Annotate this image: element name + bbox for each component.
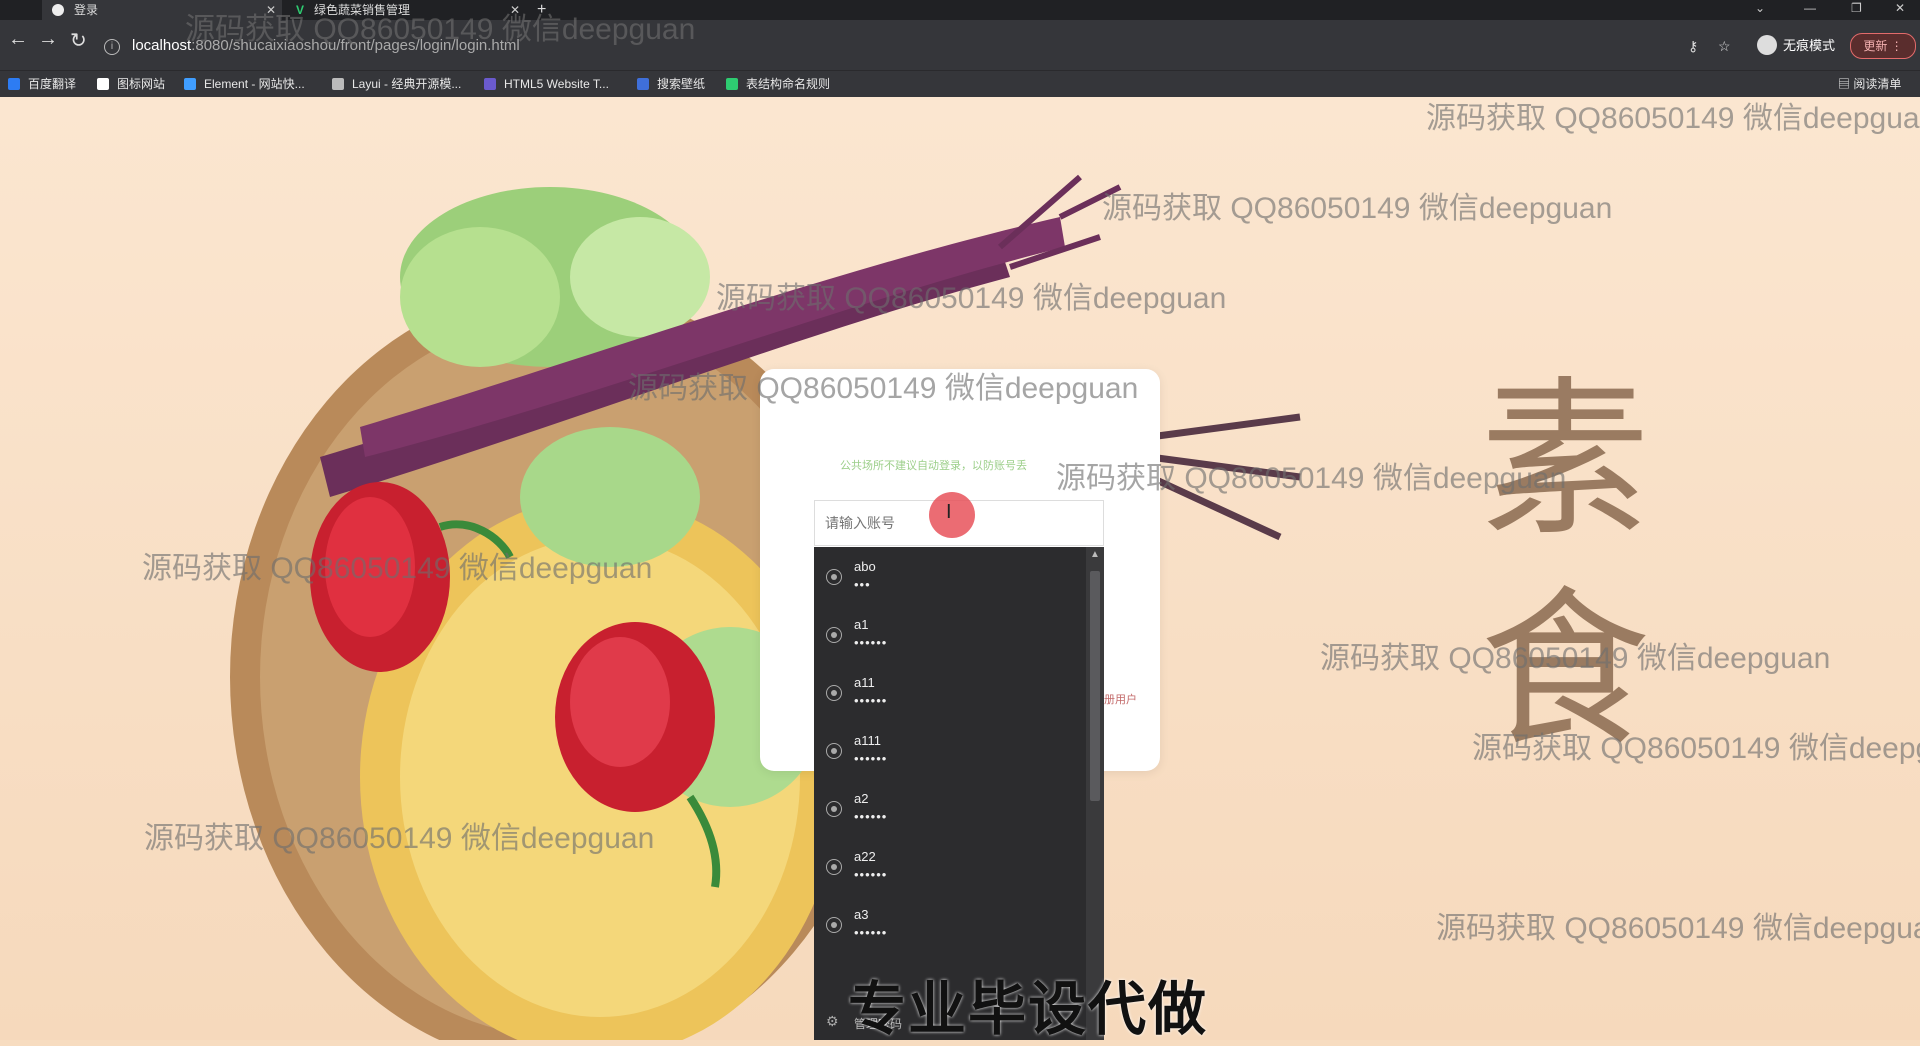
bookmark-html5[interactable]: HTML5 Website T... xyxy=(484,71,609,97)
saved-account-item[interactable]: a3 •••••• xyxy=(814,895,1086,953)
bookmark-star-icon[interactable]: ☆ xyxy=(1718,32,1731,60)
bookmark-label: HTML5 Website T... xyxy=(504,77,609,91)
key-icon xyxy=(826,569,842,585)
bookmark-label: 表结构命名规则 xyxy=(746,77,831,91)
reading-list-icon: ▤ xyxy=(1838,77,1854,91)
key-icon[interactable]: ⚷ xyxy=(1688,32,1698,60)
bookmark-element[interactable]: Element - 网站快... xyxy=(184,71,305,97)
bookmark-label: 图标网站 xyxy=(117,77,166,91)
bookmark-icon xyxy=(726,78,738,90)
close-window-icon[interactable]: ✕ xyxy=(1895,0,1905,16)
incognito-icon xyxy=(1757,35,1777,55)
saved-account-item[interactable]: a11 •••••• xyxy=(814,663,1086,721)
tab-label: 登录 xyxy=(74,3,99,17)
globe-icon xyxy=(52,4,64,16)
saved-account-item[interactable]: abo ••• xyxy=(814,547,1086,605)
saved-account-pass: •••••• xyxy=(854,751,888,766)
update-button[interactable]: 更新 ⋮ xyxy=(1850,33,1916,59)
click-indicator xyxy=(929,492,975,538)
text-cursor-icon: I xyxy=(946,501,952,523)
chevron-down-icon[interactable]: ⌄ xyxy=(1755,0,1765,16)
bookmark-baidu-translate[interactable]: 百度翻译 xyxy=(8,71,76,97)
update-label: 更新 xyxy=(1863,39,1888,53)
bookmark-wallpaper[interactable]: 搜索壁纸 xyxy=(637,71,705,97)
flag-icon xyxy=(97,78,109,90)
watermark: 源码获取 QQ86050149 微信deepguan xyxy=(1436,912,1920,945)
saved-account-user: a2 xyxy=(854,791,869,806)
saved-account-user: a3 xyxy=(854,907,869,922)
key-icon xyxy=(826,917,842,933)
bookmark-icon xyxy=(484,78,496,90)
saved-account-user: a111 xyxy=(854,733,881,748)
saved-account-item[interactable]: a111 •••••• xyxy=(814,721,1086,779)
watermark: 源码获取 QQ86050149 微信deepguan xyxy=(1426,102,1920,135)
site-info-icon[interactable]: i xyxy=(104,39,120,55)
saved-account-pass: •••••• xyxy=(854,693,888,708)
saved-account-item[interactable]: a2 •••••• xyxy=(814,779,1086,837)
minimize-icon[interactable]: — xyxy=(1804,0,1816,16)
restore-icon[interactable]: ❐ xyxy=(1851,0,1862,16)
bookmark-icon xyxy=(8,78,20,90)
bookmark-label: 搜索壁纸 xyxy=(657,77,706,91)
video-caption: 专业毕设代做 xyxy=(848,977,1209,1042)
watermark: 源码获取 QQ86050149 微信deepguan xyxy=(628,372,1139,405)
bookmark-label: Layui - 经典开源模... xyxy=(352,77,462,91)
key-icon xyxy=(826,801,842,817)
incognito-indicator[interactable]: 无痕模式 xyxy=(1757,32,1835,60)
saved-account-pass: •••••• xyxy=(854,635,888,650)
key-icon xyxy=(826,685,842,701)
bookmark-icon-site[interactable]: 图标网站 xyxy=(97,71,165,97)
bookmark-icon xyxy=(184,78,196,90)
key-icon xyxy=(826,627,842,643)
watermark: 源码获取 QQ86050149 微信deepguan xyxy=(1472,732,1920,765)
watermark: 源码获取 QQ86050149 微信deepguan xyxy=(1320,642,1831,675)
reading-list-label: 阅读清单 xyxy=(1853,77,1902,91)
incognito-label: 无痕模式 xyxy=(1783,38,1836,53)
scrollbar-thumb[interactable] xyxy=(1090,571,1100,801)
watermark: 源码获取 QQ86050149 微信deepguan xyxy=(185,13,696,46)
url-host: localhost xyxy=(132,37,192,54)
bookmark-icon xyxy=(637,78,649,90)
watermark: 源码获取 QQ86050149 微信deepguan xyxy=(144,822,655,855)
register-link[interactable]: 册用户 xyxy=(1104,691,1137,707)
saved-account-user: a11 xyxy=(854,675,875,690)
bookmark-label: Element - 网站快... xyxy=(204,77,305,91)
watermark: 源码获取 QQ86050149 微信deepguan xyxy=(1056,462,1567,495)
watermark: 源码获取 QQ86050149 微信deepguan xyxy=(1102,192,1613,225)
saved-account-user: a22 xyxy=(854,849,876,864)
bookmark-layui[interactable]: Layui - 经典开源模... xyxy=(332,71,461,97)
reload-icon[interactable]: ↻ xyxy=(70,28,87,53)
scroll-up-icon[interactable]: ▲ xyxy=(1090,549,1100,560)
saved-account-user: a1 xyxy=(854,617,869,632)
bookmark-label: 百度翻译 xyxy=(28,77,77,91)
gear-icon: ⚙ xyxy=(826,1013,839,1029)
saved-account-pass: ••• xyxy=(854,577,871,592)
saved-account-pass: •••••• xyxy=(854,925,888,940)
saved-account-item[interactable]: a1 •••••• xyxy=(814,605,1086,663)
bookmark-icon xyxy=(332,78,344,90)
forward-icon[interactable]: → xyxy=(38,28,58,51)
auto-login-notice: 公共场所不建议自动登录，以防账号丢 xyxy=(840,460,1027,472)
saved-account-pass: •••••• xyxy=(854,867,888,882)
saved-account-pass: •••••• xyxy=(854,809,888,824)
saved-account-item[interactable]: a22 •••••• xyxy=(814,837,1086,895)
key-icon xyxy=(826,743,842,759)
watermark: 源码获取 QQ86050149 微信deepguan xyxy=(142,552,653,585)
bookmark-naming-rules[interactable]: 表结构命名规则 xyxy=(726,71,830,97)
back-icon[interactable]: ← xyxy=(8,28,28,51)
watermark: 源码获取 QQ86050149 微信deepguan xyxy=(716,282,1227,315)
key-icon xyxy=(826,859,842,875)
saved-account-user: abo xyxy=(854,559,876,574)
